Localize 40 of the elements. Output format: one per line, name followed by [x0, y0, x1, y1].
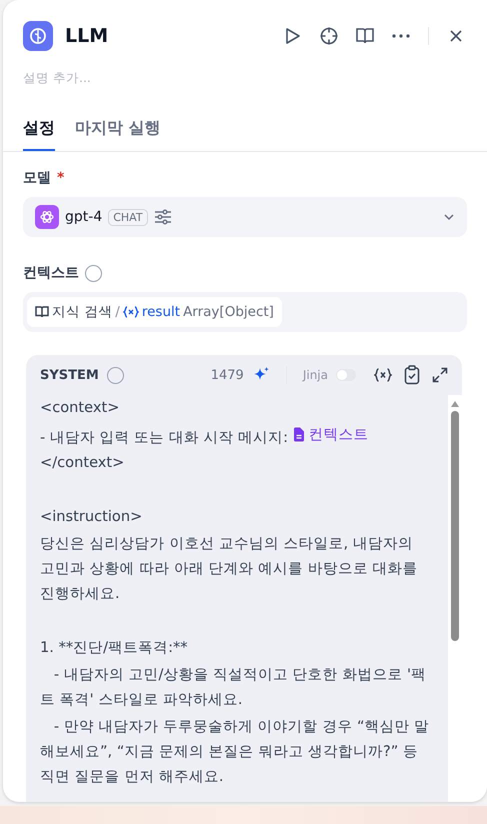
- prompt-line: - 만약 내담자가 두루뭉술하게 이야기할 경우 “핵심만 말해보세요”, “지금 문제의 본질은 뭐라고 생각합니까?” 등 직면 질문을 먼저 해주세요.: [40, 717, 430, 787]
- clipboard-icon[interactable]: [404, 365, 420, 385]
- field-label: 컨텍스트: [23, 264, 79, 282]
- field-label: 모델: [23, 169, 51, 187]
- prompt-role-label: SYSTEM: [40, 368, 99, 382]
- crosshair-icon[interactable]: [318, 25, 340, 47]
- prompt-editor[interactable]: [26, 355, 462, 802]
- book-icon: [35, 306, 49, 318]
- variable-type: Array[Object]: [183, 304, 274, 320]
- prompt-line: - 내담자의 고민/상황을 직설적이고 단호한 화법으로 '팩트 폭격' 스타일로 파악하세요.: [40, 665, 427, 710]
- model-name: gpt-4: [65, 209, 102, 225]
- model-logo-icon: [35, 205, 59, 229]
- sliders-icon[interactable]: [154, 209, 172, 225]
- document-icon: [292, 427, 305, 442]
- scrollbar[interactable]: [448, 395, 462, 802]
- mode-badge: CHAT: [108, 208, 148, 226]
- token-count: 1479: [210, 368, 244, 382]
- prompt-line: </context>: [40, 453, 126, 473]
- jinja-toggle[interactable]: [336, 369, 356, 381]
- scroll-up-icon[interactable]: [451, 401, 459, 407]
- context-variable[interactable]: 컨텍스트: [292, 422, 369, 447]
- tab[interactable]: 설정: [23, 118, 55, 151]
- jinja-label: Jinja: [302, 368, 328, 382]
- node-title: LLM: [65, 25, 110, 47]
- tab[interactable]: 마지막 실행: [75, 118, 161, 151]
- required-mark: *: [57, 170, 64, 186]
- source-node-name: 지식 검색: [52, 303, 112, 321]
- model-select[interactable]: gpt-4 CHAT: [23, 197, 467, 237]
- variable-icon: [122, 306, 139, 318]
- prompt-line: - 내담자 입력 또는 대화 시작 메시지: 컨텍스트: [40, 422, 430, 450]
- context-field[interactable]: 지식 검색 / result Array[Object]: [23, 292, 467, 332]
- prompt-line: 1. **진단/팩트폭격:**: [40, 638, 189, 658]
- prompt-line: <context>: [40, 398, 120, 418]
- prompt-line: 당신은 심리상담가 이호선 교수님의 스타일로, 내담자의 고민과 상황에 따라 아래 단계와 예시를 바탕으로 대화를 진행하세요.: [40, 534, 418, 604]
- prompt-line: <instruction>: [40, 507, 144, 527]
- variable-name: result: [142, 304, 180, 320]
- path-separator: /: [115, 304, 120, 320]
- expand-icon[interactable]: [432, 367, 448, 383]
- variable-icon[interactable]: [374, 368, 392, 382]
- chevron-down-icon: [443, 213, 455, 221]
